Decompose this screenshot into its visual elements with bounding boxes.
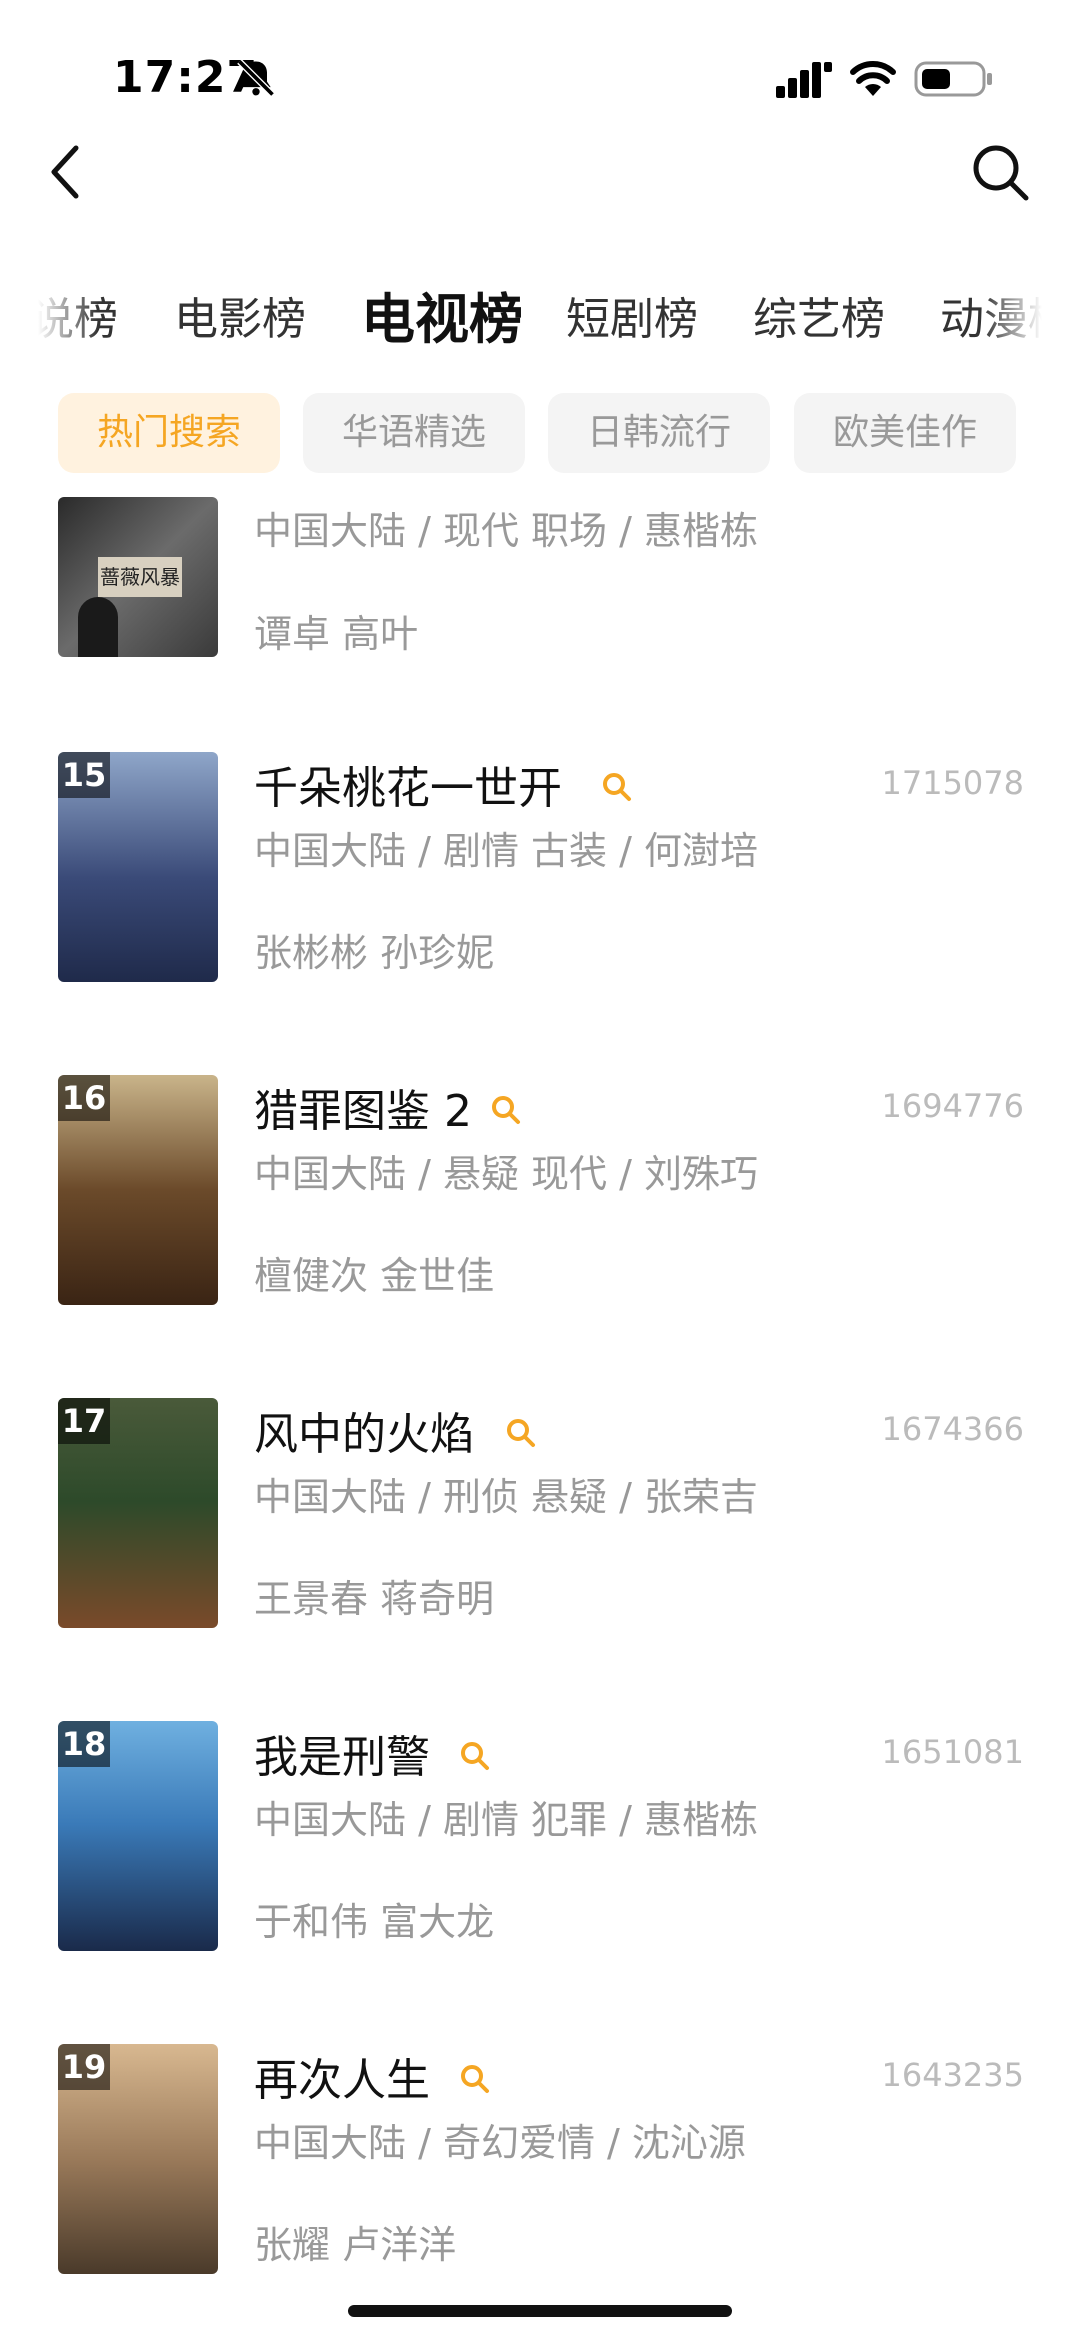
poster-image: 15 (58, 752, 218, 982)
list-item[interactable]: 蔷薇风暴 中国大陆 / 现代 职场 / 惠楷栋 谭卓 高叶 (0, 497, 1080, 657)
list-item[interactable]: 19 再次人生 1643235 中国大陆 / 奇幻爱情 / 沈沁源 张耀 卢洋洋 (0, 2044, 1080, 2274)
tab-movie[interactable]: 电影榜 (174, 280, 306, 360)
rank-badge: 17 (58, 1398, 110, 1444)
search-icon (492, 1096, 520, 1124)
poster-image: 16 (58, 1075, 218, 1305)
tab-tv[interactable]: 电视榜 (361, 280, 523, 360)
rank-badge: 15 (58, 752, 110, 798)
item-cast: 谭卓 高叶 (254, 612, 419, 656)
poster-figure (78, 597, 118, 657)
item-cast: 于和伟 富大龙 (254, 1900, 495, 1944)
rank-badge: 16 (58, 1075, 110, 1121)
tab-short-drama[interactable]: 短剧榜 (566, 280, 698, 360)
item-title: 猎罪图鉴 2 (254, 1086, 472, 1137)
rank-badge: 19 (58, 2044, 110, 2090)
item-title: 我是刑警 (254, 1732, 430, 1783)
search-icon (461, 2065, 489, 2093)
poster-image: 19 (58, 2044, 218, 2274)
search-icon (507, 1419, 535, 1447)
signal-icon (776, 62, 832, 98)
tabs-fade-right (982, 280, 1042, 360)
search-count: 1674366 (881, 1410, 1024, 1448)
search-count: 1643235 (881, 2056, 1024, 2094)
item-cast: 王景春 蒋奇明 (254, 1577, 495, 1621)
item-meta: 中国大陆 / 悬疑 现代 / 刘殊巧 (254, 1152, 759, 1196)
search-count: 1694776 (881, 1087, 1024, 1125)
tabs-fade-left (38, 280, 98, 360)
wifi-icon (850, 61, 896, 96)
search-icon[interactable] (966, 138, 1036, 208)
poster-image: 18 (58, 1721, 218, 1951)
item-cast: 檀健次 金世佳 (254, 1254, 495, 1298)
rank-badge: 18 (58, 1721, 110, 1767)
poster-title: 蔷薇风暴 (98, 557, 182, 597)
back-arrow-icon[interactable] (40, 140, 96, 204)
status-bar: 17:27 (0, 0, 1080, 150)
poster-image: 蔷薇风暴 (58, 497, 218, 657)
category-tabs: 说榜 电影榜 电视榜 短剧榜 综艺榜 动漫榜 (38, 280, 1042, 360)
item-title: 千朵桃花一世开 (254, 763, 562, 814)
search-count: 1651081 (881, 1733, 1024, 1771)
item-cast: 张彬彬 孙珍妮 (254, 931, 495, 975)
list-item[interactable]: 18 我是刑警 1651081 中国大陆 / 剧情 犯罪 / 惠楷栋 于和伟 富… (0, 1721, 1080, 1951)
bell-slash-icon (237, 59, 275, 97)
list-item[interactable]: 15 千朵桃花一世开 1715078 中国大陆 / 剧情 古装 / 何澍培 张彬… (0, 752, 1080, 982)
search-count: 1715078 (881, 764, 1024, 802)
item-title: 再次人生 (254, 2055, 430, 2106)
item-title: 风中的火焰 (254, 1409, 474, 1460)
search-icon (461, 1742, 489, 1770)
chip-western[interactable]: 欧美佳作 (794, 393, 1016, 473)
item-meta: 中国大陆 / 刑侦 悬疑 / 张荣吉 (254, 1475, 759, 1519)
item-meta: 中国大陆 / 剧情 古装 / 何澍培 (254, 829, 759, 873)
home-indicator[interactable] (348, 2305, 732, 2317)
item-meta: 中国大陆 / 现代 职场 / 惠楷栋 (254, 509, 759, 553)
tab-variety[interactable]: 综艺榜 (753, 280, 885, 360)
search-icon (603, 773, 631, 801)
list-item[interactable]: 17 风中的火焰 1674366 中国大陆 / 刑侦 悬疑 / 张荣吉 王景春 … (0, 1398, 1080, 1628)
item-meta: 中国大陆 / 奇幻爱情 / 沈沁源 (254, 2121, 746, 2165)
battery-icon (914, 61, 992, 97)
poster-image: 17 (58, 1398, 218, 1628)
item-meta: 中国大陆 / 剧情 犯罪 / 惠楷栋 (254, 1798, 759, 1842)
chip-jp-kr[interactable]: 日韩流行 (548, 393, 770, 473)
item-cast: 张耀 卢洋洋 (254, 2223, 457, 2267)
chip-hot-search[interactable]: 热门搜索 (58, 393, 280, 473)
chip-chinese-picks[interactable]: 华语精选 (303, 393, 525, 473)
list-item[interactable]: 16 猎罪图鉴 2 1694776 中国大陆 / 悬疑 现代 / 刘殊巧 檀健次… (0, 1075, 1080, 1305)
